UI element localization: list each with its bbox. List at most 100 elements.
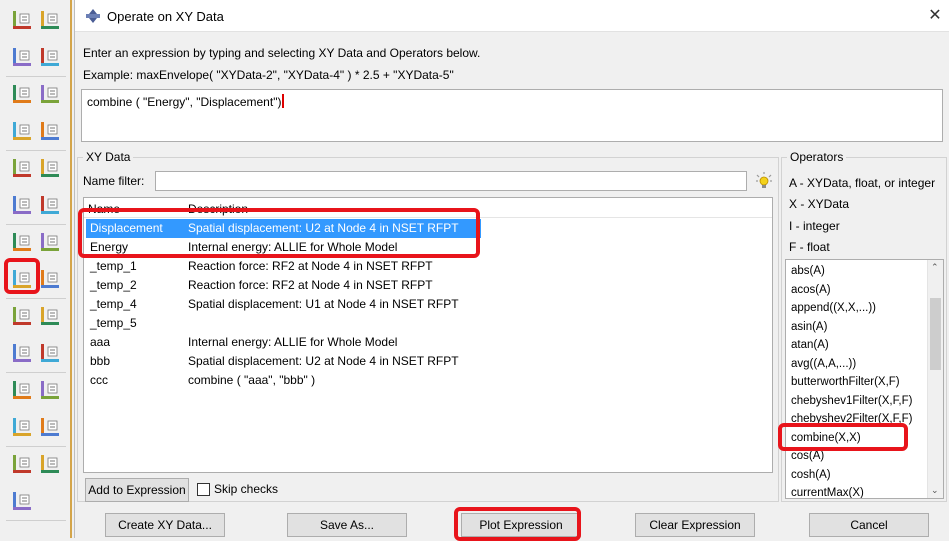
operator-item[interactable]: cos(A) bbox=[791, 450, 824, 462]
mesh-icon[interactable] bbox=[38, 304, 62, 328]
animate-time-icon[interactable] bbox=[38, 119, 62, 143]
operator-item[interactable]: chebyshev1Filter(X,F,F) bbox=[791, 395, 912, 407]
xy-data-row[interactable]: Energy Internal energy: ALLIE for Whole M… bbox=[86, 238, 481, 257]
xy-data-row[interactable]: aaa Internal energy: ALLIE for Whole Mode… bbox=[86, 333, 481, 352]
xy-data-name: _temp_4 bbox=[90, 297, 137, 311]
xy-plot-copy-icon[interactable] bbox=[38, 82, 62, 106]
animate-icon[interactable] bbox=[10, 119, 34, 143]
node-icon[interactable] bbox=[10, 193, 34, 217]
toolbar-separator bbox=[6, 224, 66, 225]
title-bar: Operate on XY Data ✕ bbox=[75, 0, 949, 32]
operator-item[interactable]: currentMax(X) bbox=[791, 487, 864, 498]
xy-data-description: Spatial displacement: U2 at Node 4 in NS… bbox=[188, 354, 459, 368]
operator-legend-item: X - XYData bbox=[789, 197, 850, 211]
xy-data-row[interactable]: ccc combine ( "aaa", "bbb" ) bbox=[86, 371, 481, 390]
xy-data-description: Internal energy: ALLIE for Whole Model bbox=[188, 335, 398, 349]
sweep-icon[interactable] bbox=[10, 415, 34, 439]
xy-data-description: combine ( "aaa", "bbb" ) bbox=[188, 373, 316, 387]
table-icon[interactable] bbox=[38, 230, 62, 254]
bar-chart-icon[interactable] bbox=[10, 8, 34, 32]
line-plot-icon[interactable] bbox=[38, 267, 62, 291]
pen-icon[interactable] bbox=[10, 489, 34, 513]
operate-xy-dialog: Operate on XY Data ✕ Enter an expression… bbox=[74, 0, 949, 538]
operators-scroll-thumb[interactable] bbox=[930, 298, 941, 370]
instruction-text: Enter an expression by typing and select… bbox=[83, 46, 481, 60]
xy-data-name: ccc bbox=[90, 373, 108, 387]
operator-item[interactable]: combine(X,X) bbox=[791, 432, 861, 444]
operator-item[interactable]: avg((A,A,...)) bbox=[791, 358, 856, 370]
results-icon[interactable] bbox=[10, 156, 34, 180]
xy-plot-star-icon[interactable] bbox=[10, 82, 34, 106]
section-icon[interactable] bbox=[38, 415, 62, 439]
toolbar-separator bbox=[6, 76, 66, 77]
xy-data-row[interactable]: _temp_4 Spatial displacement: U1 at Node … bbox=[86, 295, 481, 314]
field-icon[interactable] bbox=[38, 341, 62, 365]
toolbar-separator bbox=[6, 372, 66, 373]
operator-item[interactable]: cosh(A) bbox=[791, 469, 831, 481]
operate-xy-icon[interactable] bbox=[10, 230, 34, 254]
plot-expression-button[interactable]: Plot Expression bbox=[461, 513, 581, 537]
xy-data-name: Displacement bbox=[90, 221, 163, 235]
operator-item[interactable]: atan(A) bbox=[791, 339, 829, 351]
xy-data-row[interactable]: _temp_2 Reaction force: RF2 at Node 4 in … bbox=[86, 276, 481, 295]
column-header-name[interactable]: Name bbox=[88, 202, 120, 216]
xy-plot-icon[interactable] bbox=[10, 45, 34, 69]
list-icon[interactable] bbox=[38, 378, 62, 402]
xy-data-row[interactable]: _temp_1 Reaction force: RF2 at Node 4 in … bbox=[86, 257, 481, 276]
operators-list[interactable]: abs(A) acos(A) append((X,X,...)) asin(A) ata… bbox=[785, 259, 944, 499]
operator-item[interactable]: abs(A) bbox=[791, 265, 825, 277]
operators-scrollbar[interactable]: ⌃ ⌄ bbox=[927, 260, 943, 498]
line-chart-icon[interactable] bbox=[38, 8, 62, 32]
toolbar-separator bbox=[6, 298, 66, 299]
operator-item[interactable]: append((X,X,...)) bbox=[791, 302, 876, 314]
arrow-icon[interactable] bbox=[38, 452, 62, 476]
lightbulb-icon[interactable] bbox=[755, 171, 773, 191]
operator-item[interactable]: butterworthFilter(X,F) bbox=[791, 376, 900, 388]
xy-data-row[interactable]: bbb Spatial displacement: U2 at Node 4 in… bbox=[86, 352, 481, 371]
name-filter-input[interactable] bbox=[155, 171, 747, 191]
report-icon[interactable] bbox=[38, 193, 62, 217]
create-xy-data-button[interactable]: Create XY Data... bbox=[105, 513, 225, 537]
results-list-icon[interactable] bbox=[38, 156, 62, 180]
xy-plot-x-icon[interactable] bbox=[38, 45, 62, 69]
xy-data-description: Spatial displacement: U2 at Node 4 in NS… bbox=[188, 221, 459, 235]
xy-data-name: _temp_5 bbox=[90, 316, 137, 330]
cancel-button[interactable]: Cancel bbox=[809, 513, 929, 537]
xy-data-name: aaa bbox=[90, 335, 111, 349]
color-legend-icon[interactable] bbox=[10, 341, 34, 365]
dialog-title: Operate on XY Data bbox=[107, 9, 224, 24]
operator-item[interactable]: asin(A) bbox=[791, 321, 827, 333]
xy-data-name: bbb bbox=[90, 354, 111, 368]
operator-legend-item: F - float bbox=[789, 240, 830, 254]
skip-checks-checkbox[interactable] bbox=[197, 483, 210, 496]
xy-data-description: Spatial displacement: U1 at Node 4 in NS… bbox=[188, 297, 459, 311]
path-icon[interactable] bbox=[10, 267, 34, 291]
xy-data-row[interactable]: Displacement Spatial displacement: U2 at … bbox=[86, 219, 481, 238]
add-to-expression-button[interactable]: Add to Expression bbox=[85, 478, 189, 502]
view-cut-icon[interactable] bbox=[10, 452, 34, 476]
close-icon[interactable]: ✕ bbox=[926, 7, 944, 25]
skip-checks-label: Skip checks bbox=[214, 482, 279, 496]
xy-data-description: Reaction force: RF2 at Node 4 in NSET RF… bbox=[188, 259, 433, 273]
xy-data-description: Reaction force: RF2 at Node 4 in NSET RF… bbox=[188, 278, 433, 292]
xy-data-group-title: XY Data bbox=[83, 150, 134, 164]
xy-data-name: _temp_1 bbox=[90, 259, 137, 273]
operator-legend-item: I - integer bbox=[789, 219, 840, 233]
scroll-down-icon[interactable]: ⌄ bbox=[931, 485, 939, 496]
xy-data-list[interactable]: Name Description Displacement Spatial dis… bbox=[83, 197, 773, 473]
operator-item[interactable]: chebyshev2Filter(X,F,F) bbox=[791, 413, 912, 425]
operator-item[interactable]: acos(A) bbox=[791, 284, 831, 296]
operator-legend-item: A - XYData, float, or integer bbox=[789, 176, 936, 190]
operators-group-title: Operators bbox=[787, 150, 847, 164]
clear-expression-button[interactable]: Clear Expression bbox=[635, 513, 755, 537]
scroll-up-icon[interactable]: ⌃ bbox=[931, 262, 939, 273]
xy-data-name: _temp_2 bbox=[90, 278, 137, 292]
toolbar-separator bbox=[6, 520, 66, 521]
xy-data-row[interactable]: _temp_5 bbox=[86, 314, 481, 333]
surface-icon[interactable] bbox=[10, 304, 34, 328]
save-as-button[interactable]: Save As... bbox=[287, 513, 407, 537]
toolbar-separator bbox=[6, 446, 66, 447]
expression-input[interactable]: combine ( "Energy", "Displacement") bbox=[81, 89, 943, 142]
column-header-description[interactable]: Description bbox=[188, 202, 248, 216]
probe-icon[interactable] bbox=[10, 378, 34, 402]
